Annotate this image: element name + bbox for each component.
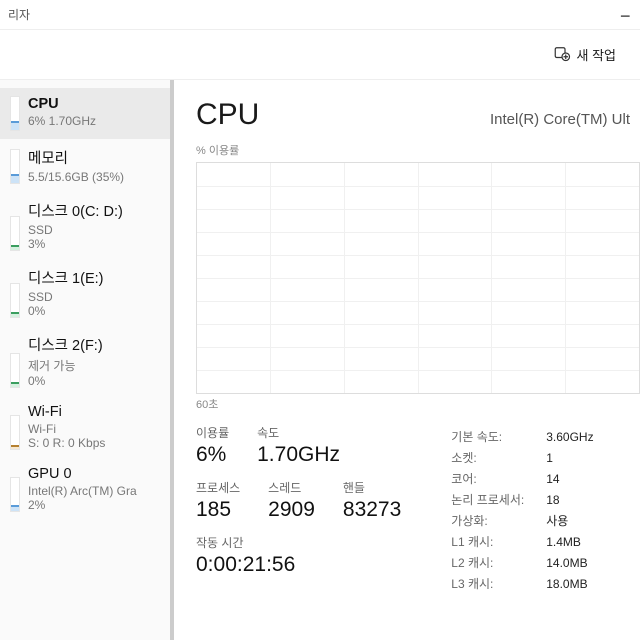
sidebar-item-label: 디스크 2(F:) xyxy=(28,334,160,355)
sidebar-item-label: Wi-Fi xyxy=(28,404,160,420)
sidebar-item-disk2[interactable]: 디스크 2(F:) 제거 가능 0% xyxy=(0,326,170,396)
sidebar-item-third: 0% xyxy=(28,374,160,388)
stat-uptime: 작동 시간 0:00:21:56 xyxy=(196,534,401,577)
sidebar-item-sub: SSD xyxy=(28,290,160,304)
sidebar-item-label: 메모리 xyxy=(28,147,160,168)
window-title: 리자 xyxy=(8,6,30,23)
sidebar: CPU 6% 1.70GHz 메모리 5.5/15.6GB (35%) 디스크 … xyxy=(0,80,170,640)
memory-spark-icon xyxy=(10,147,20,184)
stat-utilization: 이용률 6% xyxy=(196,424,229,467)
sidebar-item-wifi[interactable]: Wi-Fi Wi-Fi S: 0 R: 0 Kbps xyxy=(0,396,170,458)
window-controls xyxy=(620,14,632,16)
sidebar-item-sub: 6% 1.70GHz xyxy=(28,114,160,128)
detail-l1: L1 캐시:1.4MB xyxy=(451,533,615,550)
main-panel: CPU Intel(R) Core(TM) Ult % 이용률 60초 이용률 … xyxy=(174,80,640,640)
toolbar: 새 작업 xyxy=(0,30,640,80)
sidebar-item-label: 디스크 0(C: D:) xyxy=(28,200,160,221)
stats: 이용률 6% 속도 1.70GHz 프로세스 185 스레드 2 xyxy=(196,424,640,596)
detail-base-speed: 기본 속도:3.60GHz xyxy=(451,428,615,445)
stat-processes: 프로세스 185 xyxy=(196,479,240,522)
main-header: CPU Intel(R) Core(TM) Ult xyxy=(196,98,640,132)
chart-grid xyxy=(197,163,639,393)
new-task-label: 새 작업 xyxy=(577,45,617,64)
disk-spark-icon xyxy=(10,334,20,388)
sidebar-item-gpu0[interactable]: GPU 0 Intel(R) Arc(TM) Gra 2% xyxy=(0,458,170,520)
new-task-icon xyxy=(553,44,571,65)
minimize-button[interactable] xyxy=(620,14,632,16)
sidebar-item-sub: SSD xyxy=(28,223,160,237)
detail-logical: 논리 프로세서:18 xyxy=(451,491,615,508)
content: CPU 6% 1.70GHz 메모리 5.5/15.6GB (35%) 디스크 … xyxy=(0,80,640,640)
detail-l3: L3 캐시:18.0MB xyxy=(451,575,615,592)
sidebar-item-memory[interactable]: 메모리 5.5/15.6GB (35%) xyxy=(0,139,170,192)
sidebar-item-sub: Intel(R) Arc(TM) Gra xyxy=(28,484,160,498)
stat-threads: 스레드 2909 xyxy=(268,479,315,522)
detail-sockets: 소켓:1 xyxy=(451,449,615,466)
detail-l2: L2 캐시:14.0MB xyxy=(451,554,615,571)
sidebar-item-third: 3% xyxy=(28,237,160,251)
sidebar-item-sub: Wi-Fi xyxy=(28,422,160,436)
chart-ylabel: % 이용률 xyxy=(196,142,640,158)
disk-spark-icon xyxy=(10,200,20,251)
stat-speed: 속도 1.70GHz xyxy=(257,424,340,467)
detail-virtualization: 가상화:사용 xyxy=(451,512,615,529)
new-task-button[interactable]: 새 작업 xyxy=(545,40,625,69)
sidebar-item-cpu[interactable]: CPU 6% 1.70GHz xyxy=(0,88,170,139)
sidebar-item-label: 디스크 1(E:) xyxy=(28,267,160,288)
sidebar-item-label: GPU 0 xyxy=(28,466,160,482)
sidebar-item-third: S: 0 R: 0 Kbps xyxy=(28,436,160,450)
sidebar-item-sub: 제거 가능 xyxy=(28,357,160,374)
sidebar-item-disk0[interactable]: 디스크 0(C: D:) SSD 3% xyxy=(0,192,170,259)
cpu-usage-chart[interactable] xyxy=(196,162,640,394)
cpu-model-name: Intel(R) Core(TM) Ult xyxy=(490,111,630,128)
stats-primary: 이용률 6% 속도 1.70GHz 프로세스 185 스레드 2 xyxy=(196,424,401,596)
wifi-spark-icon xyxy=(10,404,20,450)
page-title: CPU xyxy=(196,98,259,132)
sidebar-item-third: 0% xyxy=(28,304,160,318)
chart-xlabel: 60초 xyxy=(196,396,640,412)
sidebar-item-disk1[interactable]: 디스크 1(E:) SSD 0% xyxy=(0,259,170,326)
detail-cores: 코어:14 xyxy=(451,470,615,487)
stat-handles: 핸들 83273 xyxy=(343,479,401,522)
stats-details: 기본 속도:3.60GHz 소켓:1 코어:14 논리 프로세서:18 가상화:… xyxy=(451,424,640,596)
gpu-spark-icon xyxy=(10,466,20,512)
sidebar-item-label: CPU xyxy=(28,96,160,112)
window-header: 리자 xyxy=(0,0,640,30)
sidebar-item-third: 2% xyxy=(28,498,160,512)
sidebar-item-sub: 5.5/15.6GB (35%) xyxy=(28,170,160,184)
disk-spark-icon xyxy=(10,267,20,318)
cpu-spark-icon xyxy=(10,96,20,131)
